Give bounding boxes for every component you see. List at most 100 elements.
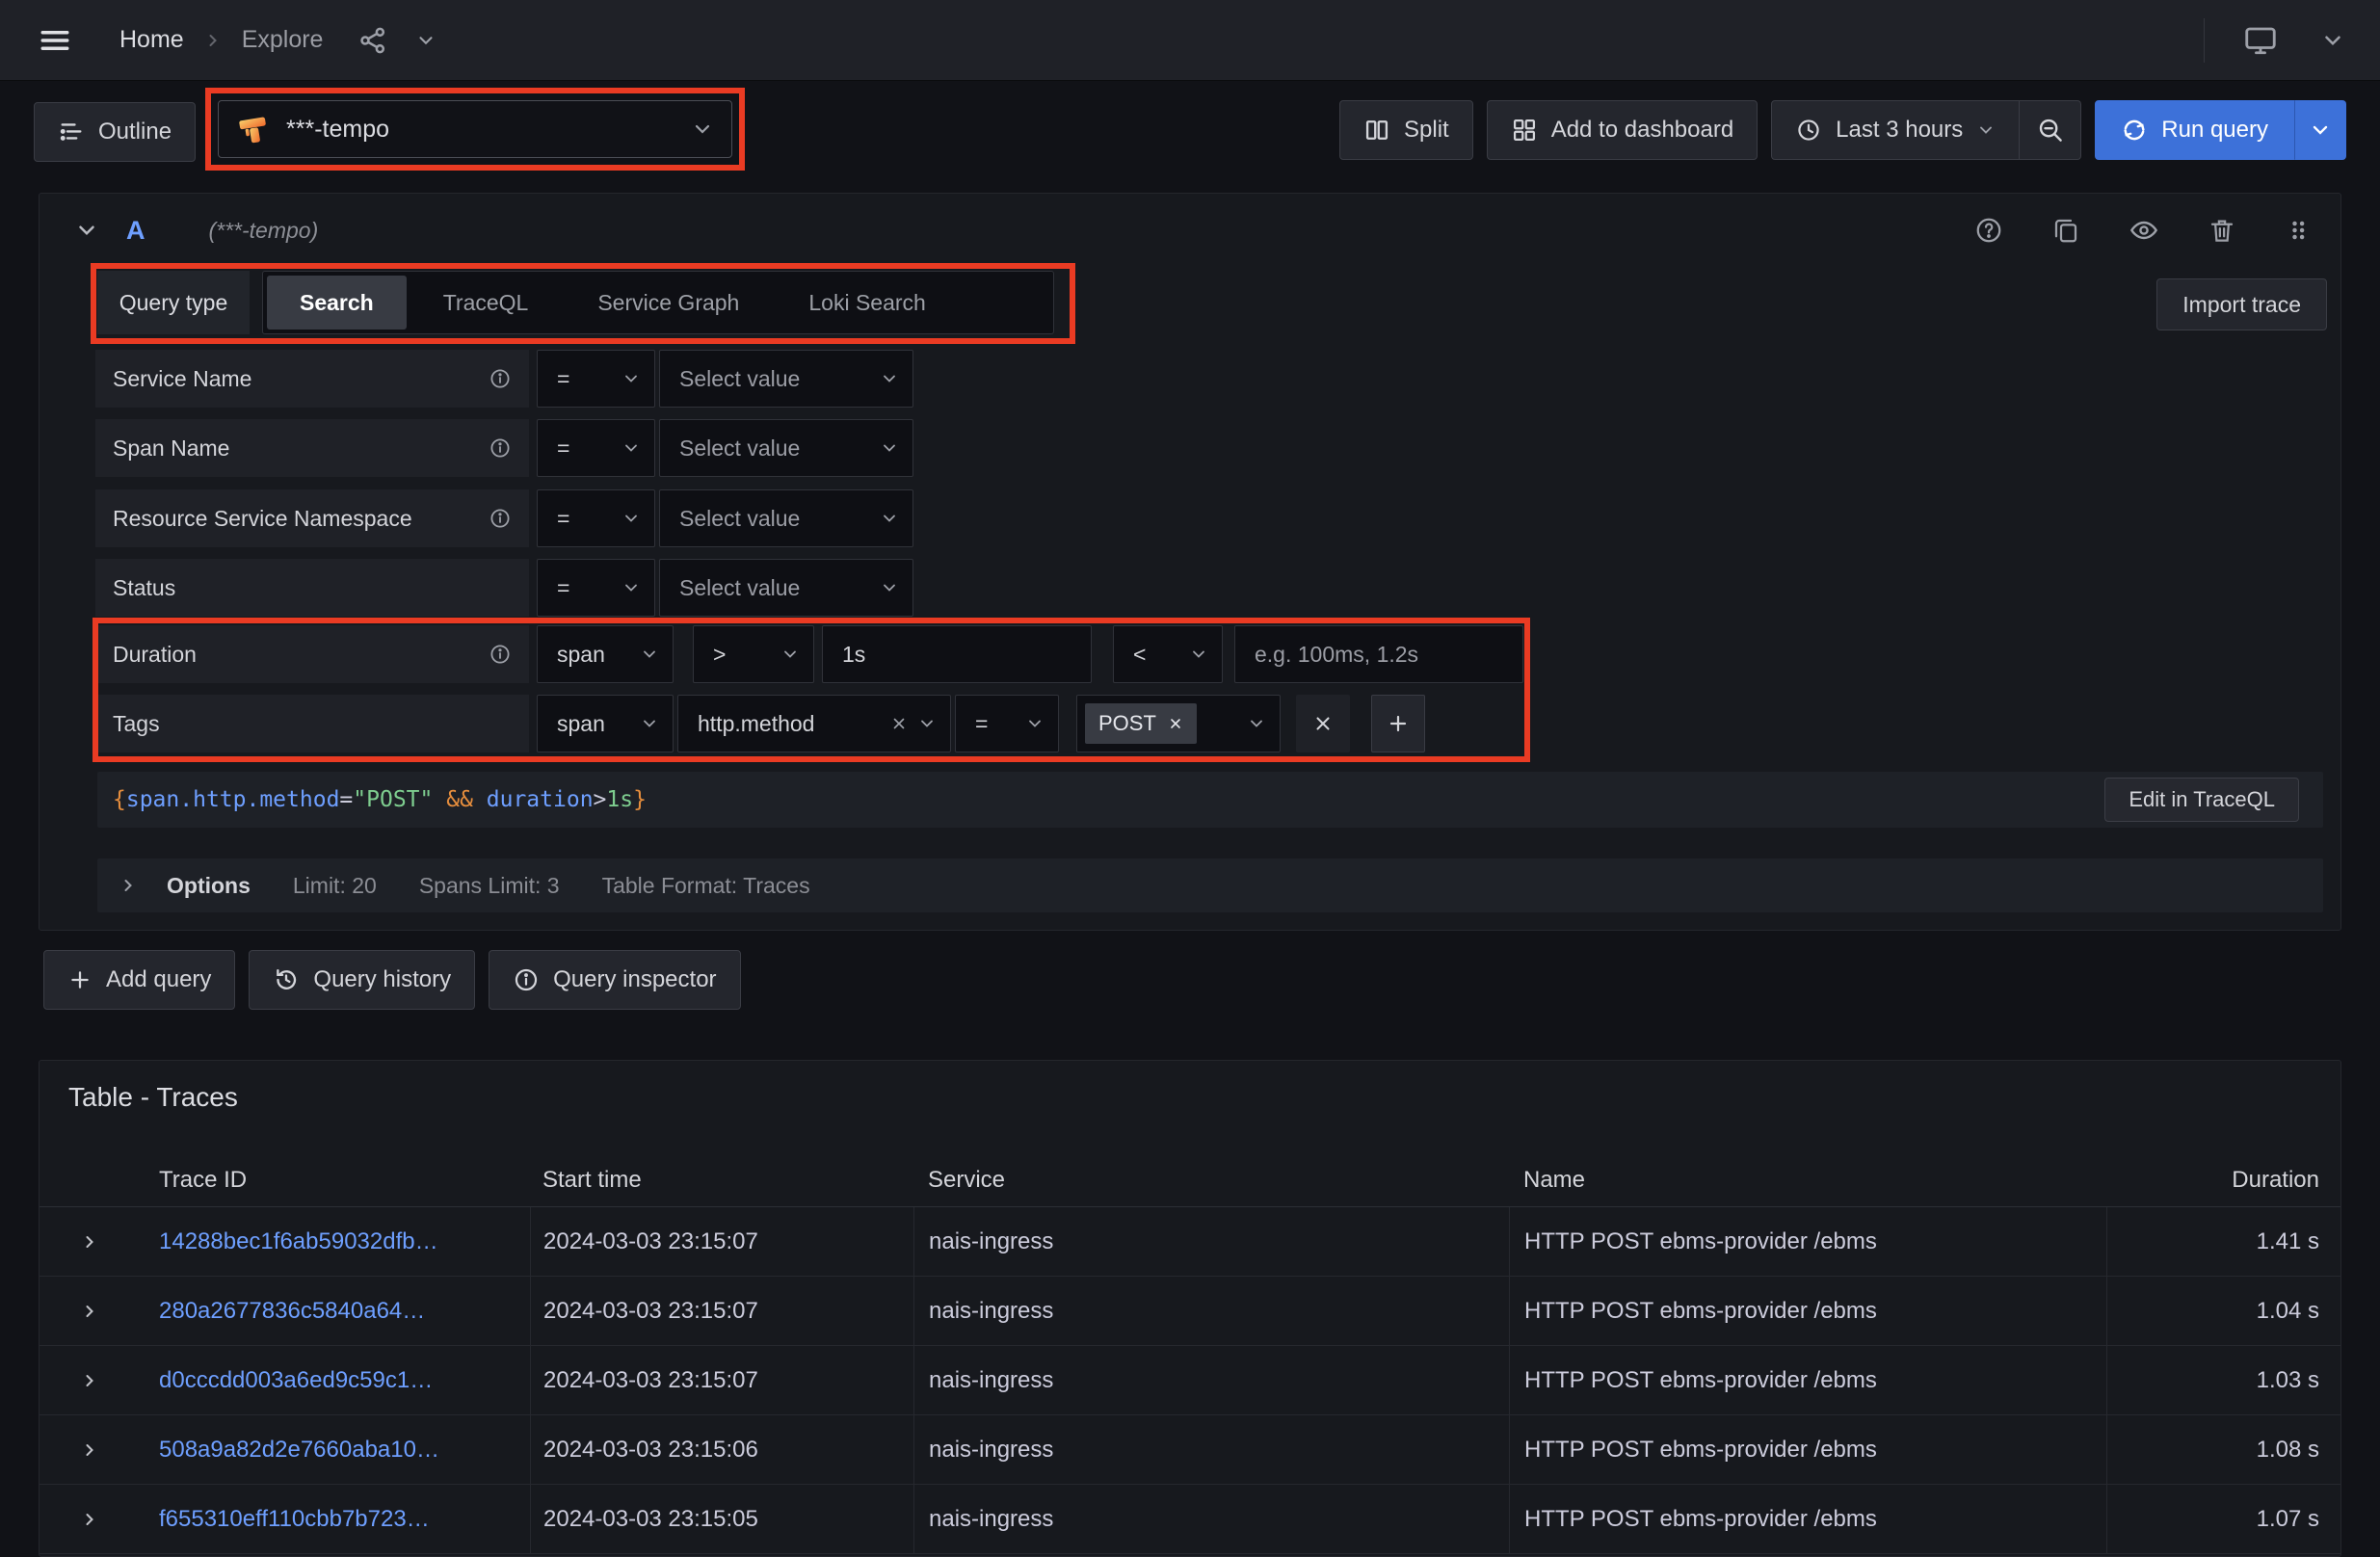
row-expander-icon[interactable]: [80, 1440, 99, 1460]
share-icon[interactable]: [357, 25, 388, 56]
chevron-down-icon: [1189, 645, 1208, 664]
chevron-down-icon: [880, 509, 899, 528]
help-icon[interactable]: [1974, 216, 2003, 245]
query-history-label: Query history: [313, 966, 451, 993]
add-to-dashboard-button[interactable]: Add to dashboard: [1487, 100, 1758, 160]
duration-label-box: Duration: [95, 625, 529, 683]
info-icon[interactable]: [489, 507, 512, 530]
query-history-button[interactable]: Query history: [249, 950, 475, 1010]
import-trace-button[interactable]: Import trace: [2156, 278, 2327, 330]
tags-label: Tags: [113, 711, 160, 737]
add-query-button[interactable]: Add query: [43, 950, 235, 1010]
time-range-chevron-down-icon: [1976, 120, 1996, 140]
duration-max-operator-select[interactable]: <: [1113, 625, 1223, 683]
column-header-duration[interactable]: Duration: [2106, 1153, 2341, 1206]
operator-value: =: [975, 711, 988, 737]
apps-grid-icon: [1511, 117, 1538, 144]
info-icon[interactable]: [489, 643, 512, 666]
run-query-label: Run query: [2161, 117, 2268, 144]
remove-tag-filter-button[interactable]: [1296, 695, 1350, 752]
status-operator-select[interactable]: =: [537, 559, 655, 617]
zoom-out-time-button[interactable]: [2020, 100, 2081, 160]
trace-id-link[interactable]: 14288bec1f6ab59032dfb…: [159, 1228, 438, 1255]
datasource-annotation-box: ***-tempo: [205, 88, 745, 171]
eye-icon[interactable]: [2129, 215, 2159, 246]
info-icon[interactable]: [489, 367, 512, 390]
run-query-group: Run query: [2095, 100, 2346, 160]
trace-id-link[interactable]: 280a2677836c5840a64…: [159, 1298, 425, 1325]
menu-icon[interactable]: [33, 23, 77, 58]
info-icon[interactable]: [489, 436, 512, 460]
row-expander-icon[interactable]: [80, 1232, 99, 1252]
column-header-start-time[interactable]: Start time: [530, 1153, 913, 1206]
column-header-name[interactable]: Name: [1509, 1153, 2106, 1206]
copy-icon[interactable]: [2051, 216, 2080, 245]
options-chevron-right-icon: [119, 876, 138, 895]
resource-namespace-operator-select[interactable]: =: [537, 489, 655, 547]
tab-service-graph[interactable]: Service Graph: [565, 276, 772, 330]
column-header-service[interactable]: Service: [913, 1153, 1509, 1206]
chevron-down-icon: [1025, 714, 1045, 733]
edit-in-traceql-button[interactable]: Edit in TraceQL: [2104, 778, 2299, 822]
tag-value-pill[interactable]: POST: [1085, 703, 1197, 744]
row-expander-icon[interactable]: [80, 1510, 99, 1529]
tab-loki-search[interactable]: Loki Search: [776, 276, 958, 330]
service-name-operator-select[interactable]: =: [537, 350, 655, 408]
operator-value: >: [713, 642, 726, 668]
row-expander-icon[interactable]: [80, 1371, 99, 1390]
operator-value: =: [557, 366, 569, 392]
table-header-row: Trace ID Start time Service Name Duratio…: [40, 1153, 2341, 1207]
tags-operator-select[interactable]: =: [955, 695, 1059, 752]
top-navbar: Home Explore: [0, 0, 2380, 81]
cell-duration: 1.08 s: [2106, 1415, 2341, 1484]
nav-chevron-down-icon[interactable]: [2320, 28, 2345, 53]
resource-namespace-value-select[interactable]: Select value: [659, 489, 913, 547]
duration-max-input[interactable]: e.g. 100ms, 1.2s: [1234, 625, 1523, 683]
duration-scope-select[interactable]: span: [537, 625, 674, 683]
clear-icon: [890, 715, 908, 732]
column-header-trace-id[interactable]: Trace ID: [40, 1153, 530, 1206]
drag-handle-icon[interactable]: [2285, 217, 2312, 244]
row-expander-icon[interactable]: [80, 1302, 99, 1321]
trace-id-link[interactable]: d0cccdd003a6ed9c59c1…: [159, 1367, 433, 1394]
trash-icon[interactable]: [2208, 216, 2236, 245]
outline-button[interactable]: Outline: [34, 102, 196, 162]
run-query-chevron-button[interactable]: [2294, 100, 2346, 160]
table-row: d0cccdd003a6ed9c59c1… 2024-03-03 23:15:0…: [40, 1346, 2341, 1415]
options-spans-limit: Spans Limit: 3: [419, 873, 560, 899]
tags-key-select[interactable]: http.method: [677, 695, 951, 752]
cell-duration: 1.03 s: [2106, 1346, 2341, 1414]
query-row-header[interactable]: A (***-tempo): [40, 194, 2340, 267]
cell-start-time: 2024-03-03 23:15:07: [530, 1346, 913, 1414]
breadcrumb-explore[interactable]: Explore: [242, 26, 324, 54]
breadcrumb-home[interactable]: Home: [119, 26, 184, 54]
span-name-value-select[interactable]: Select value: [659, 419, 913, 477]
monitor-icon[interactable]: [2243, 23, 2278, 58]
query-collapse-chevron-icon[interactable]: [74, 218, 99, 243]
time-range-button[interactable]: Last 3 hours: [1771, 100, 2020, 160]
service-name-value-select[interactable]: Select value: [659, 350, 913, 408]
tab-search[interactable]: Search: [267, 276, 407, 330]
trace-id-link[interactable]: 508a9a82d2e7660aba10…: [159, 1437, 439, 1464]
add-tag-filter-button[interactable]: [1371, 695, 1425, 752]
remove-tag-value-icon: [1168, 716, 1183, 731]
query-inspector-button[interactable]: Query inspector: [489, 950, 740, 1010]
datasource-picker[interactable]: ***-tempo: [218, 100, 732, 158]
duration-min-operator-select[interactable]: >: [693, 625, 814, 683]
duration-max-placeholder: e.g. 100ms, 1.2s: [1255, 642, 1418, 668]
tab-traceql[interactable]: TraceQL: [410, 276, 562, 330]
trace-id-link[interactable]: f655310eff110cbb7b723…: [159, 1506, 430, 1533]
run-query-button[interactable]: Run query: [2095, 100, 2294, 160]
duration-min-input[interactable]: 1s: [822, 625, 1092, 683]
span-name-operator-select[interactable]: =: [537, 419, 655, 477]
split-button[interactable]: Split: [1339, 100, 1473, 160]
tags-scope-select[interactable]: span: [537, 695, 674, 752]
add-to-dashboard-label: Add to dashboard: [1551, 117, 1733, 144]
tags-value-select[interactable]: POST: [1076, 695, 1281, 752]
datasource-name: ***-tempo: [286, 116, 389, 144]
breadcrumb-chevron-down-icon[interactable]: [415, 30, 436, 51]
cell-start-time: 2024-03-03 23:15:07: [530, 1207, 913, 1276]
status-value-select[interactable]: Select value: [659, 559, 913, 617]
operator-value: =: [557, 506, 569, 532]
options-collapse-row[interactable]: Options Limit: 20 Spans Limit: 3 Table F…: [97, 858, 2323, 912]
